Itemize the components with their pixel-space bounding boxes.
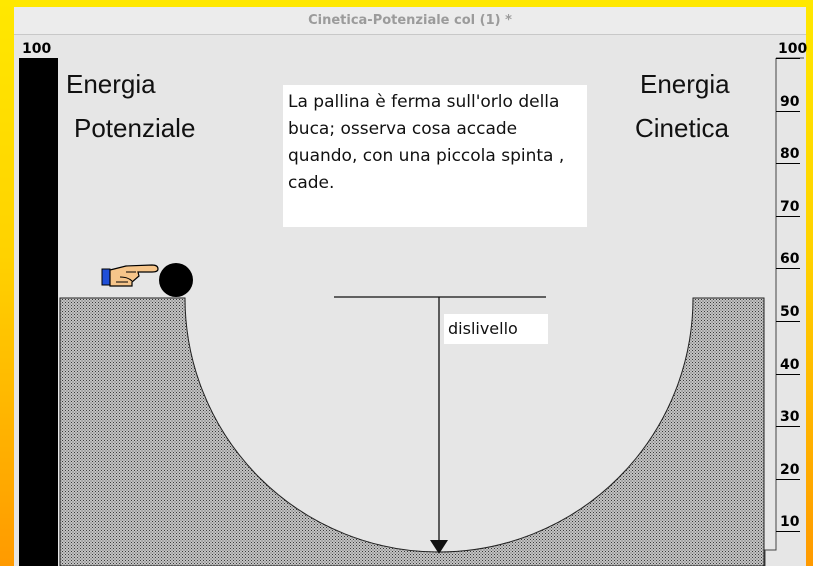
app-window: Cinetica-Potenziale col (1) * 100 Energi… — [14, 7, 808, 566]
kinetic-scale-tick-label: 70 — [780, 198, 800, 215]
potential-energy-label-line2: Potenziale — [74, 113, 196, 143]
kinetic-scale-tick-label: 80 — [780, 146, 800, 163]
kinetic-scale-tick-line — [776, 58, 800, 59]
kinetic-scale-tick-line — [776, 373, 800, 375]
kinetic-scale-tick-label: 40 — [780, 356, 800, 373]
ground-pit — [59, 297, 765, 566]
instruction-box: La pallina è ferma sull'orlo della buca;… — [283, 85, 587, 227]
kinetic-scale-tick-label: 30 — [780, 409, 800, 426]
simulation-stage: 100 Energia Potenziale Energia Cinetica … — [14, 35, 808, 566]
pointing-hand-icon[interactable] — [101, 264, 159, 287]
kinetic-energy-label-line1: Energia — [640, 69, 730, 99]
kinetic-scale-tick-line — [776, 321, 800, 322]
potential-max-label: 100 — [22, 41, 52, 57]
instruction-text: La pallina è ferma sull'orlo della buca;… — [288, 92, 565, 193]
kinetic-scale-tick-label: 50 — [780, 304, 800, 320]
kinetic-scale-tick-label: 100 — [778, 41, 808, 57]
kinetic-scale-tick-line — [776, 110, 800, 112]
potential-energy-label-line1: Energia — [66, 69, 156, 99]
ball-icon[interactable] — [159, 263, 193, 297]
kinetic-scale-tick-label: 20 — [780, 461, 800, 478]
kinetic-scale-tick-line — [776, 215, 800, 217]
kinetic-scale-tick-label: 90 — [780, 93, 800, 110]
potential-energy-bar — [19, 58, 58, 566]
kinetic-energy-label-line2: Cinetica — [635, 113, 729, 143]
kinetic-scale-tick-label: 60 — [780, 251, 800, 268]
kinetic-scale-frame — [764, 58, 777, 566]
kinetic-scale-tick-line — [776, 268, 800, 270]
kinetic-scale-tick-line — [776, 163, 800, 165]
kinetic-scale-tick-line — [776, 426, 800, 428]
kinetic-scale-tick-label: 10 — [780, 514, 800, 531]
dislivello-label: dislivello — [444, 314, 548, 344]
window-title: Cinetica-Potenziale col (1) * — [14, 7, 806, 35]
kinetic-scale-tick-line — [776, 531, 800, 533]
kinetic-scale-tick-line — [776, 478, 800, 480]
